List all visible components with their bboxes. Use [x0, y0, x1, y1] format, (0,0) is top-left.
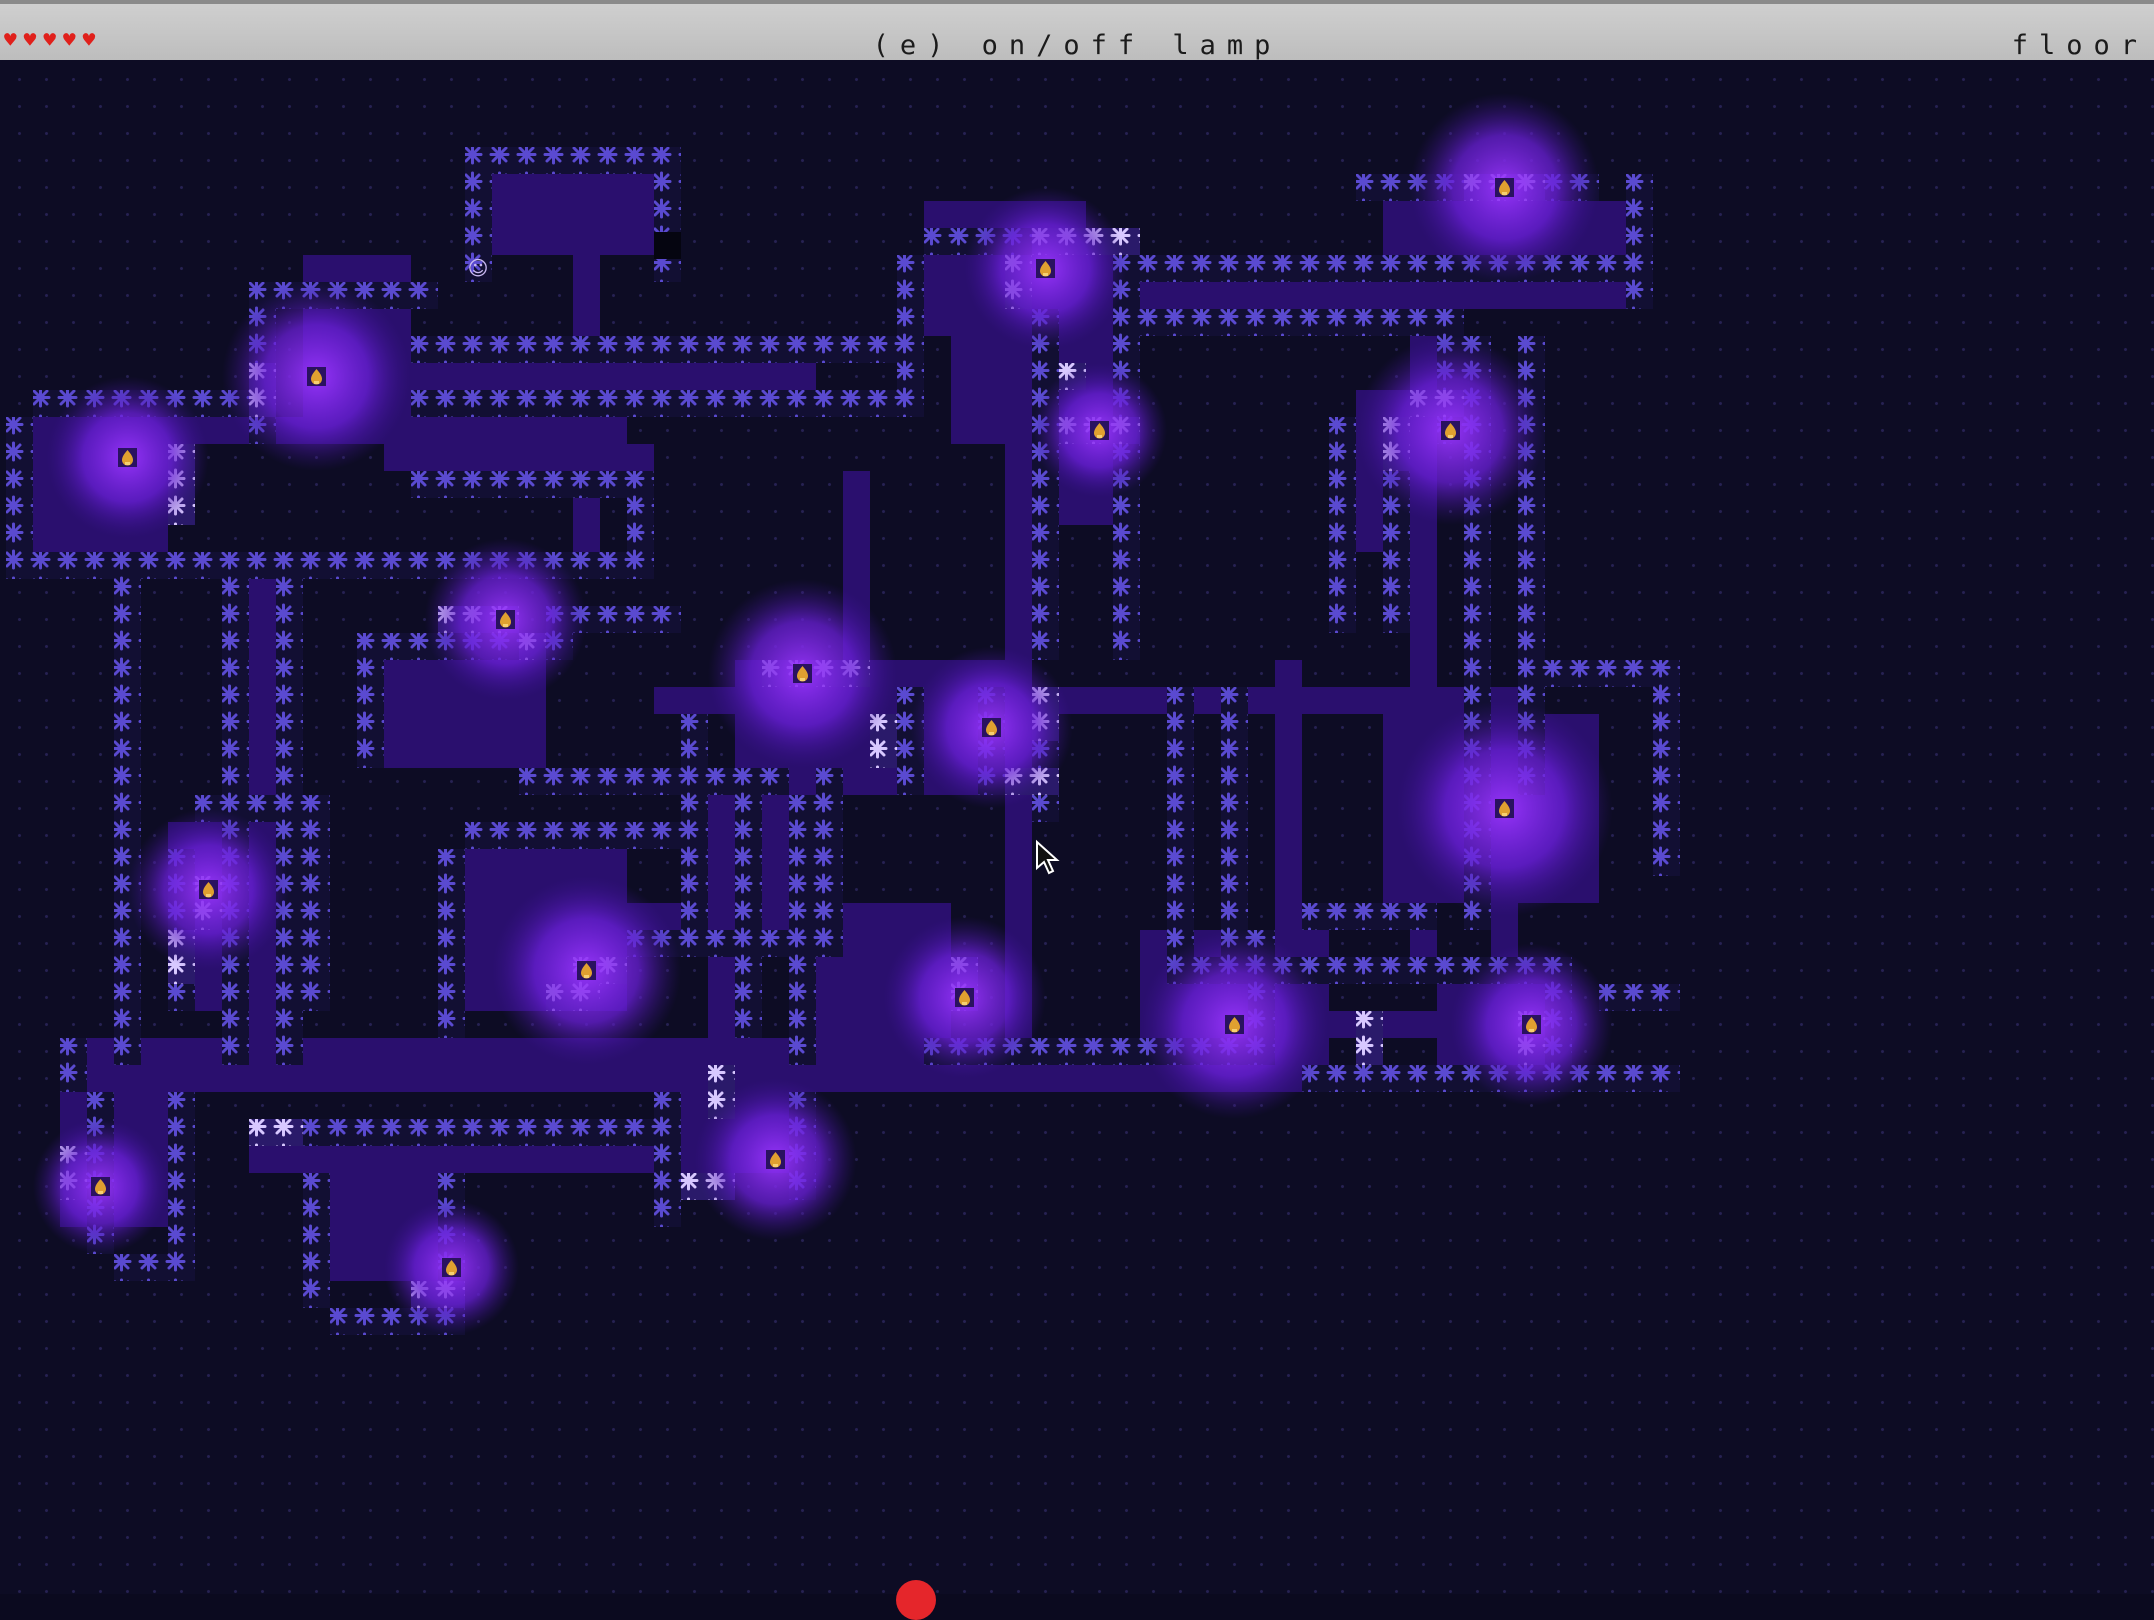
stairs-tile	[654, 232, 681, 259]
lamp-icon	[1090, 421, 1109, 440]
cursor-icon	[1036, 839, 1060, 875]
lamp-icon	[199, 880, 218, 899]
lamp-icon	[766, 1150, 785, 1169]
lamp-icon	[1495, 178, 1514, 197]
action-prompt: (e) on/off lamp	[872, 30, 1282, 61]
lamp-icon	[442, 1258, 461, 1277]
lamp-icon	[1522, 1015, 1541, 1034]
tile-description: floor	[2011, 30, 2148, 61]
lamp-icon	[118, 448, 137, 467]
record-dot-icon	[896, 1580, 936, 1620]
player-icon: ☺	[468, 256, 489, 280]
dungeon-map[interactable]: ☺	[0, 60, 2154, 1594]
lamp-icon	[91, 1177, 110, 1196]
svg-text:☺: ☺	[468, 256, 489, 280]
status-bar: ♥ ♥ ♥ ♥ ♥ (e) on/off lamp floor	[0, 0, 2154, 61]
lamp-icon	[1441, 421, 1460, 440]
lamp-icon	[982, 718, 1001, 737]
lamp-icon	[577, 961, 596, 980]
lamp-icon	[1036, 259, 1055, 278]
lamp-icon	[1495, 799, 1514, 818]
lamp-icon	[307, 367, 326, 386]
map-canvas: ☺	[6, 93, 1680, 1335]
lamp-icon	[496, 610, 515, 629]
lamp-icon	[955, 988, 974, 1007]
lamp-icon	[793, 664, 812, 683]
lamp-icon	[1225, 1015, 1244, 1034]
